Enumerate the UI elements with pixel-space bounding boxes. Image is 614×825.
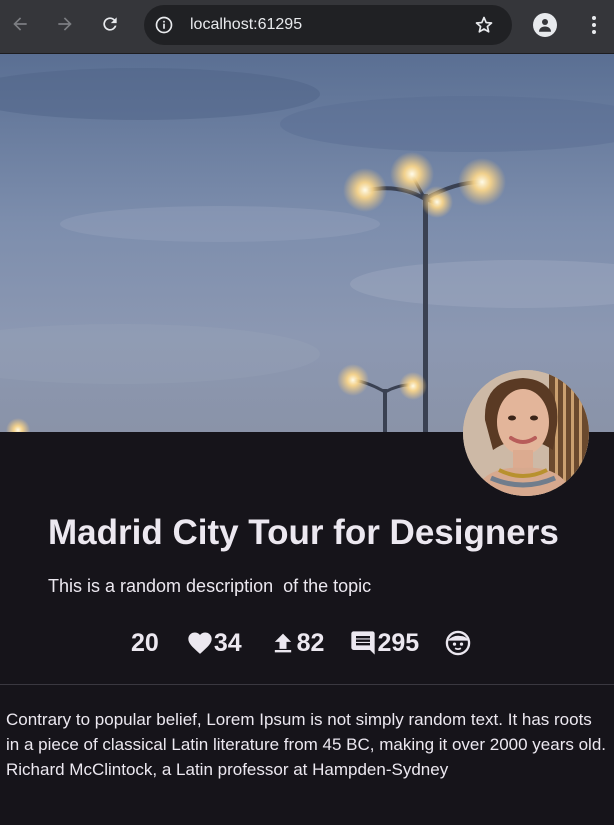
back-arrow-icon[interactable] <box>6 10 34 38</box>
browser-toolbar: localhost:61295 <box>0 0 614 54</box>
page-title: Madrid City Tour for Designers <box>48 513 559 552</box>
reload-icon[interactable] <box>96 10 124 38</box>
topic-body-text: Contrary to popular belief, Lorem Ipsum … <box>6 710 607 779</box>
divider <box>0 684 614 685</box>
site-info-icon[interactable] <box>154 15 174 35</box>
upload-icon[interactable] <box>269 629 297 657</box>
url-text[interactable]: localhost:61295 <box>190 16 302 34</box>
face-stat[interactable] <box>444 629 472 657</box>
forward-arrow-icon[interactable] <box>51 10 79 38</box>
bookmark-star-icon[interactable] <box>474 15 494 35</box>
count-stat: 20 <box>131 629 159 658</box>
address-bar[interactable]: localhost:61295 <box>144 5 512 45</box>
count-value: 20 <box>131 628 159 657</box>
likes-count: 34 <box>213 628 242 657</box>
face-icon[interactable] <box>444 629 472 657</box>
avatar <box>463 370 589 496</box>
comments-count: 295 <box>377 628 420 657</box>
shares-stat[interactable]: 82 <box>269 628 325 658</box>
comments-stat[interactable]: 295 <box>349 629 419 658</box>
profile-icon[interactable] <box>533 13 557 37</box>
likes-stat[interactable]: 34 <box>186 629 242 658</box>
heart-icon[interactable] <box>186 629 214 657</box>
stats-bar: 20 34 82 295 <box>131 626 472 660</box>
comment-icon[interactable] <box>349 629 377 657</box>
more-vert-icon[interactable] <box>586 13 602 37</box>
shares-count: 82 <box>296 628 325 657</box>
topic-description: This is a random description of the topi… <box>48 576 372 596</box>
